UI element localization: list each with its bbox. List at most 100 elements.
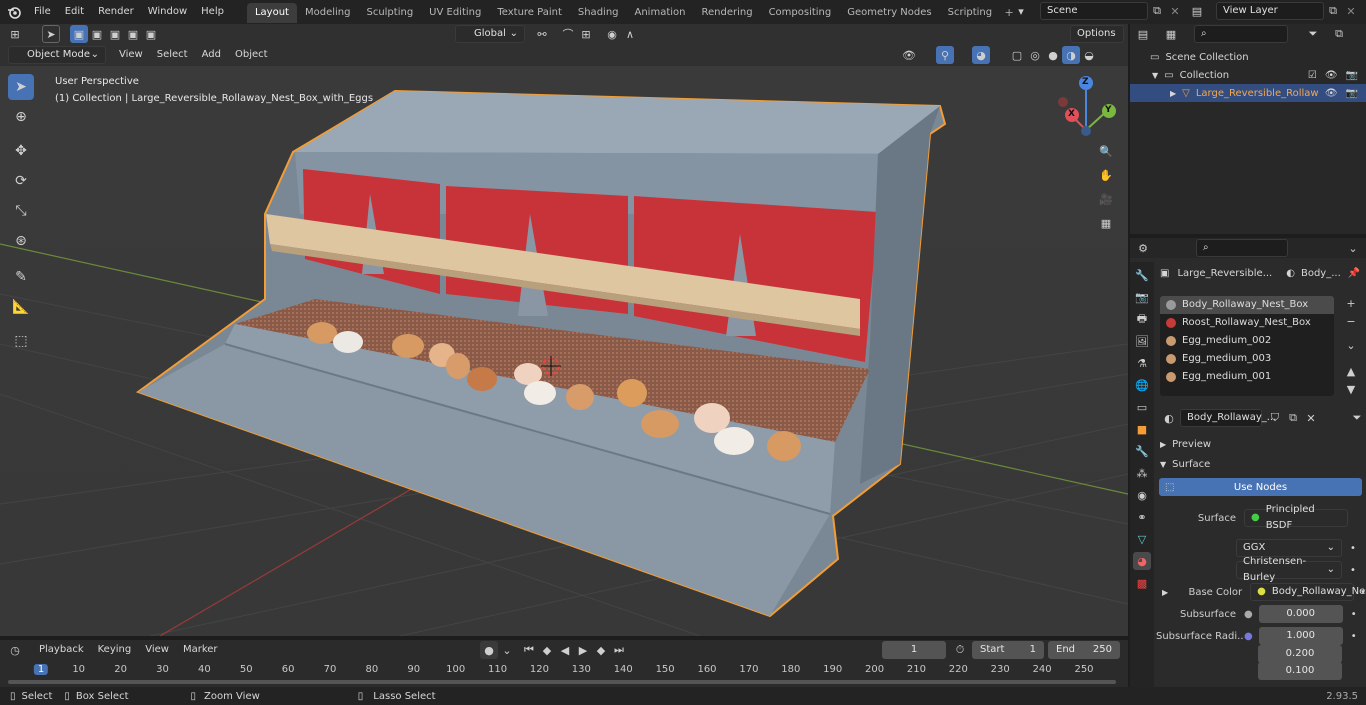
eye-icon[interactable]: 👁 [1325, 70, 1338, 81]
scale-tool-icon[interactable]: ⤡ [8, 198, 34, 224]
add-slot-icon[interactable]: + [1342, 294, 1360, 312]
shading-wireframe-icon[interactable]: ◎ [1026, 46, 1044, 64]
shading-rendered-icon[interactable]: ◒ [1080, 46, 1098, 64]
grid-icon[interactable]: ▦ [1097, 214, 1115, 232]
tab-uv-editing[interactable]: UV Editing [421, 3, 489, 23]
expand-icon[interactable]: ▶ [1170, 89, 1176, 98]
collection-tab-icon[interactable]: ▭ [1133, 398, 1151, 416]
shading-material-icon[interactable]: ◑ [1062, 46, 1080, 64]
object-tab-icon[interactable]: ■ [1133, 420, 1151, 438]
mode-extend-icon[interactable]: ▣ [88, 25, 106, 43]
editor-type-icon[interactable]: ⊞ [6, 25, 24, 43]
menu-window[interactable]: Window [141, 0, 194, 24]
tab-compositing[interactable]: Compositing [761, 3, 840, 23]
rotate-tool-icon[interactable]: ⟳ [8, 168, 34, 194]
mode-new-icon[interactable]: ▣ [70, 25, 88, 43]
tab-layout[interactable]: Layout [246, 3, 297, 23]
move-down-icon[interactable]: ▼ [1342, 380, 1360, 398]
options-dropdown[interactable]: Options [1070, 25, 1124, 43]
render-tab-icon[interactable]: 📷 [1133, 288, 1151, 306]
material-name-field[interactable]: Body_Rollaway_... [1180, 409, 1276, 427]
snap-target-icon[interactable]: ⊞ [577, 25, 595, 43]
render-camera-icon[interactable]: 📷 [1346, 70, 1358, 81]
base-color-field[interactable]: ● Body_Rollaway_Nes... [1250, 583, 1366, 601]
socket-dot-icon[interactable]: • [1360, 587, 1366, 598]
tab-modeling[interactable]: Modeling [297, 3, 359, 23]
unlink-material-icon[interactable]: ✕ [1302, 409, 1320, 427]
move-up-icon[interactable]: ▲ [1342, 362, 1360, 380]
new-scene-icon[interactable]: ⧉ [1148, 2, 1166, 20]
cursor-tool-icon[interactable]: ⊕ [8, 104, 34, 130]
object-mode-dropdown[interactable]: Object Mode ⌄ [8, 46, 106, 64]
world-tab-icon[interactable]: 🌐 [1133, 376, 1151, 394]
mode-intersect-icon[interactable]: ▣ [142, 25, 160, 43]
xray-icon[interactable]: ▢ [1008, 46, 1026, 64]
gizmo-toggle-icon[interactable]: ⚲ [936, 46, 954, 64]
scene-collection-row[interactable]: ▭ Scene Collection [1130, 48, 1366, 66]
modifier-tab-icon[interactable]: 🔧 [1133, 442, 1151, 460]
view-layer-tab-icon[interactable]: 🖼 [1133, 332, 1151, 350]
surface-panel-header[interactable]: ▼ Surface [1156, 454, 1366, 474]
socket-dot-icon[interactable]: • [1351, 631, 1357, 642]
viewport-menu-add[interactable]: Add [195, 43, 228, 67]
zoom-icon[interactable]: 🔍 [1097, 142, 1115, 160]
overlay-toggle-icon[interactable]: ◕ [972, 46, 990, 64]
tab-scripting[interactable]: Scripting [940, 3, 1000, 23]
subsurface-radius-z[interactable]: 0.100 [1258, 662, 1342, 680]
scene-icon[interactable]: ▾ [1012, 2, 1030, 20]
texture-tab-icon[interactable]: ▩ [1133, 574, 1151, 592]
chevron-down-icon[interactable]: ⌄ [1344, 239, 1362, 257]
subsurface-radius-x[interactable]: 1.000 [1258, 627, 1343, 645]
viewport-menu-object[interactable]: Object [228, 43, 275, 67]
expand-icon[interactable]: ▼ [1152, 71, 1158, 80]
constraints-tab-icon[interactable]: ⚭ [1133, 508, 1151, 526]
select-tool-icon[interactable]: ➤ [42, 25, 60, 43]
properties-editor-icon[interactable]: ⚙ [1134, 239, 1152, 257]
object-row[interactable]: ▶ ▽ Large_Reversible_Rollaw 👁 📷 [1130, 84, 1366, 102]
material-tab-icon[interactable]: ◕ [1133, 552, 1151, 570]
duplicate-material-icon[interactable]: ⧉ [1284, 409, 1302, 427]
viewport-menu-view[interactable]: View [112, 43, 150, 67]
display-mode-icon[interactable]: ▦ [1162, 25, 1180, 43]
link-icon[interactable]: ⏷ [1348, 409, 1366, 427]
scene-tab-icon[interactable]: ⚗ [1133, 354, 1151, 372]
socket-dot-icon[interactable]: • [1351, 609, 1357, 620]
transform-tool-icon[interactable]: ⊛ [8, 228, 34, 254]
measure-tool-icon[interactable]: 📐 [8, 294, 34, 320]
menu-render[interactable]: Render [91, 0, 141, 24]
properties-search-input[interactable]: ⌕ [1196, 239, 1288, 257]
view-layer-field[interactable]: View Layer [1216, 2, 1324, 20]
new-view-layer-icon[interactable]: ⧉ [1324, 2, 1342, 20]
material-slot-item[interactable]: Egg_medium_002 [1160, 332, 1334, 350]
snap-icon[interactable]: ⌒ [559, 25, 577, 43]
material-slot-item[interactable]: Egg_medium_003 [1160, 350, 1334, 368]
data-tab-icon[interactable]: ▽ [1133, 530, 1151, 548]
close-view-layer-icon[interactable]: ✕ [1342, 2, 1360, 20]
scene-field[interactable]: Scene [1040, 2, 1148, 20]
subsurface-method-dropdown[interactable]: Christensen-Burley ⌄ [1236, 556, 1342, 583]
output-tab-icon[interactable]: 🖶 [1133, 310, 1151, 328]
surface-shader-field[interactable]: ● Principled BSDF [1244, 504, 1348, 531]
3d-viewport[interactable]: Z X Y ➤ ⊕ ✥ ⟳ ⤡ ⊛ ✎ 📐 ⬚ User Perspective… [0, 44, 1128, 636]
falloff-icon[interactable]: ∧ [621, 25, 639, 43]
tab-texture-paint[interactable]: Texture Paint [489, 3, 570, 23]
filter-icon[interactable]: ⏷ [1304, 25, 1322, 43]
mode-invert-icon[interactable]: ▣ [124, 25, 142, 43]
outliner-search-input[interactable]: ⌕ [1194, 25, 1288, 43]
mode-subtract-icon[interactable]: ▣ [106, 25, 124, 43]
subsurface-value-field[interactable]: 0.000 [1258, 605, 1343, 623]
material-slot-item[interactable]: Roost_Rollaway_Nest_Box [1160, 314, 1334, 332]
menu-help[interactable]: Help [194, 0, 231, 24]
socket-dot-icon[interactable]: • [1350, 543, 1356, 554]
menu-file[interactable]: File [27, 0, 58, 24]
timeline-scrollbar[interactable] [8, 680, 1116, 684]
move-tool-icon[interactable]: ✥ [8, 138, 34, 164]
use-nodes-button[interactable]: ⬚ Use Nodes [1159, 478, 1362, 496]
slot-specials-icon[interactable]: ⌄ [1342, 336, 1360, 354]
pin-icon[interactable]: 📌 [1348, 268, 1360, 279]
tab-shading[interactable]: Shading [570, 3, 627, 23]
visibility-icon[interactable]: 👁 [900, 46, 918, 64]
close-scene-icon[interactable]: ✕ [1166, 2, 1184, 20]
tab-rendering[interactable]: Rendering [693, 3, 760, 23]
eye-icon[interactable]: 👁 [1325, 88, 1338, 99]
